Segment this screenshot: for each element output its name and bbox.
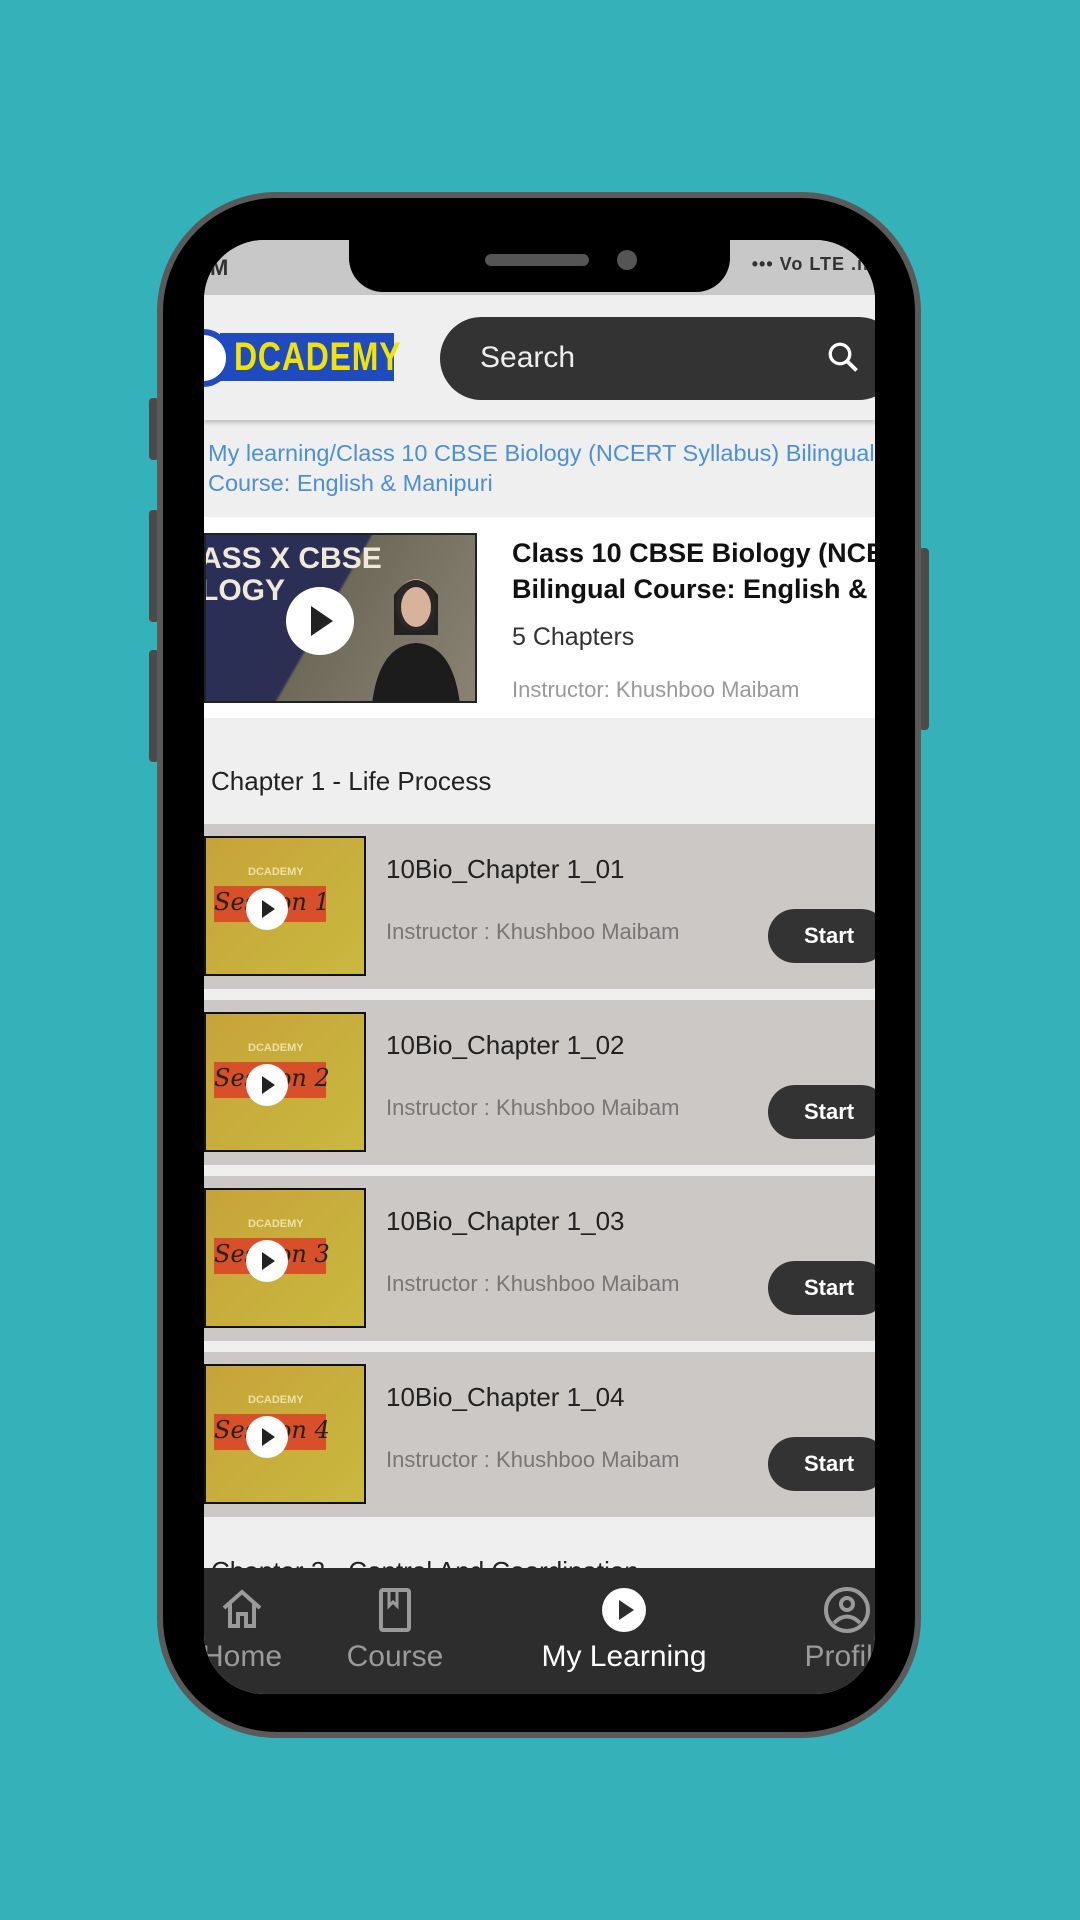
logo[interactable]: DCADEMY: [204, 319, 401, 391]
status-icons: ••• Vo LTE .ıl: [751, 254, 869, 274]
lesson-thumbnail[interactable]: DCADEMYSession 3: [204, 1188, 366, 1328]
lesson-item[interactable]: DCADEMYSession 1 10Bio_Chapter 1_01 Inst…: [204, 824, 875, 989]
play-icon[interactable]: [246, 888, 288, 930]
nav-my-learning[interactable]: My Learning: [524, 1586, 724, 1674]
start-button[interactable]: Start: [768, 1085, 875, 1139]
lesson-instructor: Instructor : Khushboo Maibam: [386, 919, 680, 944]
lesson-thumbnail[interactable]: DCADEMYSession 4: [204, 1364, 366, 1504]
lesson-instructor: Instructor : Khushboo Maibam: [386, 1447, 680, 1472]
app-header: DCADEMY Search: [204, 295, 875, 420]
course-chapter-count: 5 Chapters: [512, 623, 635, 651]
instructor-image: [372, 579, 460, 701]
search-placeholder: Search: [480, 341, 576, 374]
lesson-item[interactable]: DCADEMYSession 4 10Bio_Chapter 1_04 Inst…: [204, 1352, 875, 1517]
lesson-title: 10Bio_Chapter 1_02: [386, 1030, 625, 1060]
lesson-thumbnail[interactable]: DCADEMYSession 2: [204, 1012, 366, 1152]
nav-course-label: Course: [346, 1640, 444, 1673]
home-icon: [222, 1589, 262, 1628]
nav-home-label: Home: [204, 1640, 283, 1673]
chapter-title: Chapter 1 - Life Process: [211, 766, 492, 796]
start-button[interactable]: Start: [768, 909, 875, 963]
nav-course[interactable]: Course: [330, 1586, 460, 1674]
play-icon[interactable]: [246, 1240, 288, 1282]
nav-profile[interactable]: Profile: [782, 1586, 875, 1674]
play-icon[interactable]: [246, 1416, 288, 1458]
play-circle-icon: [602, 1588, 646, 1632]
course-thumbnail-text: ASS X CBSE LOGY: [204, 542, 382, 607]
nav-profile-label: Profile: [804, 1640, 875, 1673]
nav-my-learning-label: My Learning: [541, 1640, 707, 1673]
bottom-nav: Home Course My Learning Profile: [204, 1568, 875, 1694]
lesson-instructor: Instructor : Khushboo Maibam: [386, 1271, 680, 1296]
course-instructor: Instructor: Khushboo Maibam: [512, 677, 800, 702]
lesson-thumbnail[interactable]: DCADEMYSession 1: [204, 836, 366, 976]
breadcrumb[interactable]: My learning/Class 10 CBSE Biology (NCERT…: [208, 438, 875, 498]
start-button[interactable]: Start: [768, 1261, 875, 1315]
lesson-title: 10Bio_Chapter 1_01: [386, 854, 625, 884]
lesson-instructor: Instructor : Khushboo Maibam: [386, 1095, 680, 1120]
notch: [349, 240, 730, 292]
logo-text: DCADEMY: [234, 335, 402, 379]
nav-home[interactable]: Home: [204, 1586, 302, 1674]
app-screen: M ••• Vo LTE .ıl DCADEMY Search My learn…: [204, 240, 875, 1694]
status-time: M: [210, 255, 229, 280]
profile-icon: [824, 1587, 870, 1633]
play-icon[interactable]: [246, 1064, 288, 1106]
lesson-item[interactable]: DCADEMYSession 2 10Bio_Chapter 1_02 Inst…: [204, 1000, 875, 1165]
lesson-title: 10Bio_Chapter 1_04: [386, 1382, 625, 1412]
start-button[interactable]: Start: [768, 1437, 875, 1491]
search-icon[interactable]: [825, 339, 861, 375]
course-title: Class 10 CBSE Biology (NCERT Syllabus) B…: [512, 538, 875, 604]
lesson-title: 10Bio_Chapter 1_03: [386, 1206, 625, 1236]
course-thumbnail[interactable]: ASS X CBSE LOGY: [204, 533, 477, 703]
course-card[interactable]: ASS X CBSE LOGY Class 10 CBSE Biology (N…: [204, 517, 875, 718]
lesson-item[interactable]: DCADEMYSession 3 10Bio_Chapter 1_03 Inst…: [204, 1176, 875, 1341]
book-icon: [379, 1588, 411, 1632]
play-icon[interactable]: [286, 587, 354, 655]
search-input[interactable]: Search: [440, 317, 875, 400]
